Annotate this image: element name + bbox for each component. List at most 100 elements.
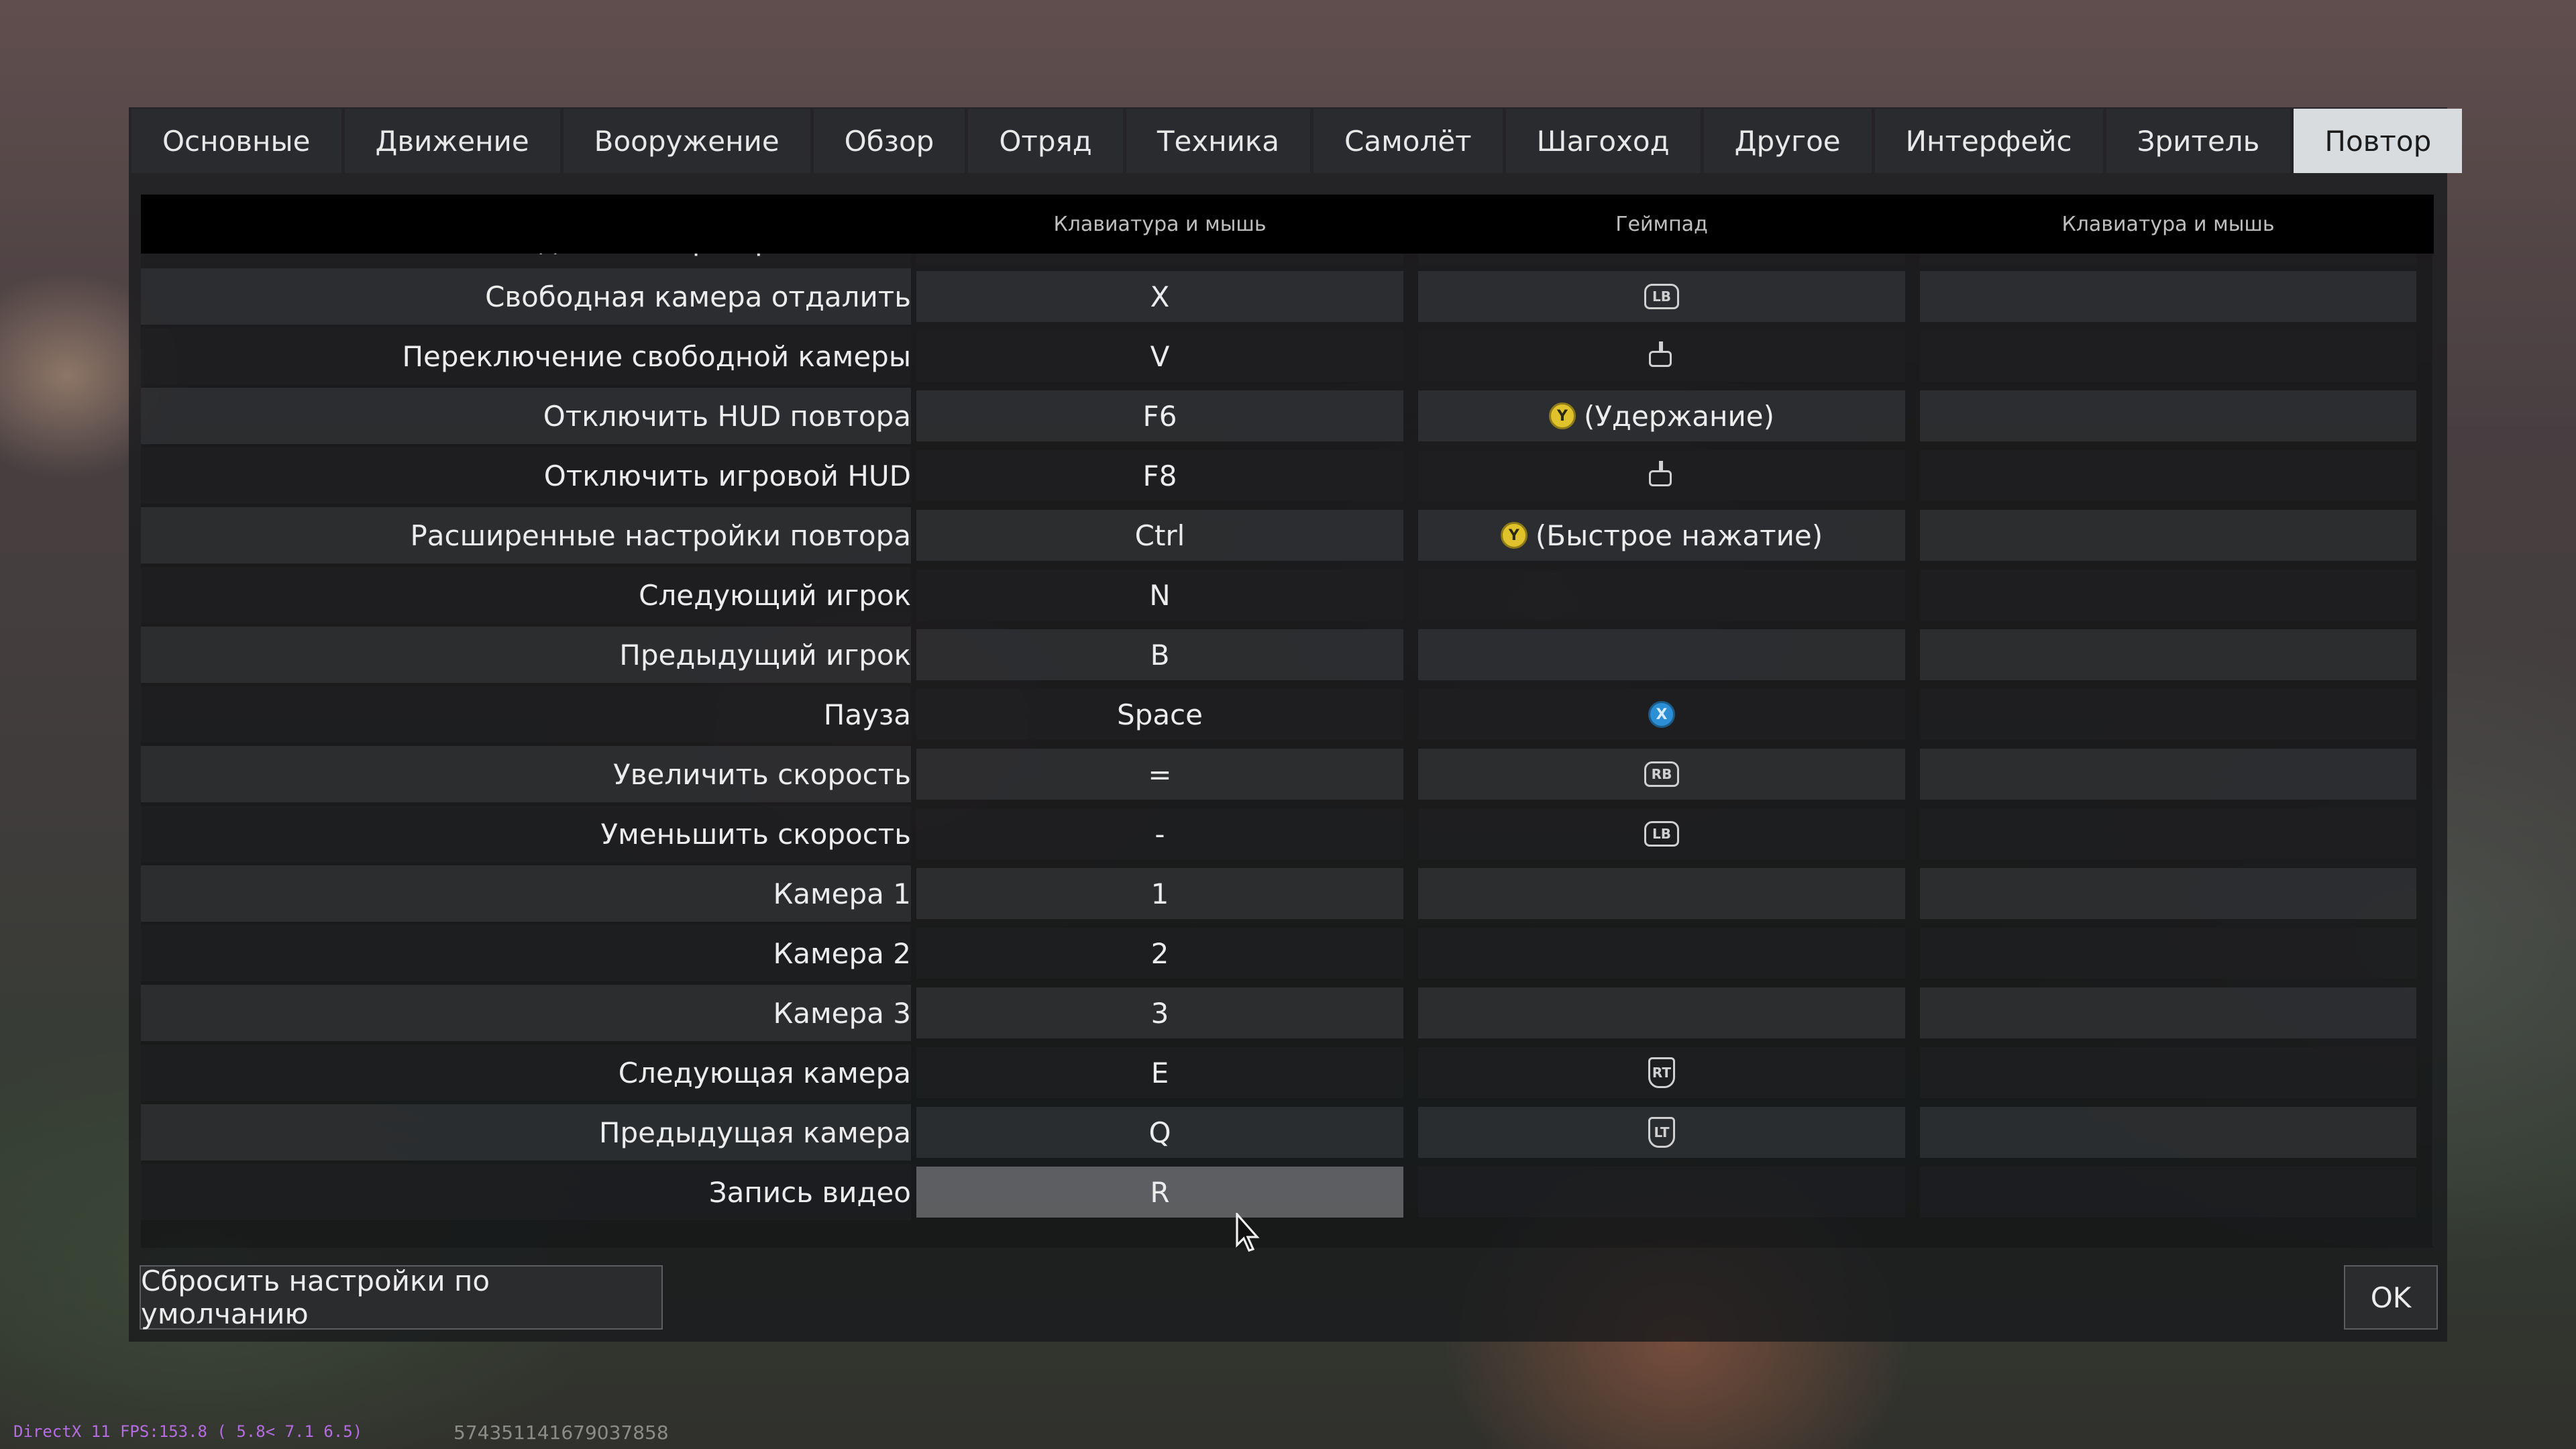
settings-tabs: Основные Движение Вооружение Обзор Отряд Техн… — [131, 109, 2465, 173]
tab-1[interactable]: Движение — [344, 109, 560, 173]
tab-2[interactable]: Вооружение — [563, 109, 810, 173]
ok-button[interactable]: OK — [2344, 1265, 2438, 1330]
gamepad-hint-text: (Быстрое нажатие) — [1535, 519, 1823, 552]
gamepad-binding-cell[interactable] — [1418, 450, 1905, 501]
tab-3[interactable]: Обзор — [813, 109, 965, 173]
gamepad-binding-cell[interactable]: LT — [1418, 1107, 1905, 1158]
keyboard-binding-value: Ctrl — [1134, 519, 1185, 552]
binding-action-label: Пауза — [823, 698, 911, 731]
keyboard-binding-cell[interactable]: = — [916, 749, 1403, 800]
keyboard-binding-cell[interactable]: X — [916, 271, 1403, 322]
keyboard-binding-cell[interactable]: 1 — [916, 868, 1403, 919]
tab-8[interactable]: Другое — [1703, 109, 1872, 173]
binding-action-label: Переключение свободной камеры — [402, 339, 911, 373]
tab-0[interactable]: Основные — [131, 109, 341, 173]
keyboard-binding-cell[interactable]: 3 — [916, 987, 1403, 1038]
secondary-keyboard-binding-cell[interactable] — [1920, 390, 2416, 441]
rb-button-icon: RB — [1644, 761, 1679, 787]
fps-counter: DirectX 11 FPS:153.8 ( 5.8< 7.1 6.5) — [13, 1422, 363, 1441]
gamepad-binding-cell[interactable]: LB — [1418, 808, 1905, 859]
binding-row: Свободная камера отдалить X LB — [141, 268, 2419, 325]
keyboard-binding-value: B — [1150, 638, 1170, 672]
keyboard-binding-cell[interactable]: R — [916, 1167, 1403, 1218]
binding-row: Предыдущий игрок B — [141, 627, 2419, 683]
keyboard-binding-cell[interactable]: F8 — [916, 450, 1403, 501]
secondary-keyboard-binding-cell[interactable] — [1920, 271, 2416, 322]
secondary-keyboard-binding-cell[interactable] — [1920, 1107, 2416, 1158]
gamepad-binding-cell[interactable] — [1418, 987, 1905, 1038]
secondary-keyboard-binding-cell[interactable] — [1920, 331, 2416, 382]
gamepad-binding-cell[interactable]: Y (Удержание) — [1418, 390, 1905, 441]
reset-defaults-button[interactable]: Сбросить настройки по умолчанию — [140, 1265, 663, 1330]
controls-settings-dialog: Основные Движение Вооружение Обзор Отряд Техн… — [129, 107, 2463, 1342]
keyboard-binding-value: = — [1148, 757, 1172, 791]
secondary-keyboard-binding-cell[interactable] — [1920, 510, 2416, 561]
secondary-keyboard-binding-cell[interactable] — [1920, 450, 2416, 501]
binding-action-name: Камера 3 — [141, 985, 911, 1041]
binding-row: Камера 2 2 — [141, 925, 2419, 981]
secondary-keyboard-binding-cell[interactable] — [1920, 1047, 2416, 1098]
keyboard-binding-cell[interactable]: Space — [916, 689, 1403, 740]
gamepad-binding-cell[interactable] — [1418, 570, 1905, 621]
binding-row: Следующий игрок N — [141, 567, 2419, 623]
gamepad-binding-cell[interactable]: RB — [1418, 749, 1905, 800]
secondary-keyboard-binding-cell[interactable] — [1920, 570, 2416, 621]
secondary-keyboard-binding-cell[interactable] — [1920, 868, 2416, 919]
tab-11[interactable]: Повтор — [2294, 109, 2463, 173]
tab-10[interactable]: Зритель — [2106, 109, 2291, 173]
gamepad-binding-cell[interactable] — [1418, 1167, 1905, 1218]
gamepad-binding-cell[interactable]: LB — [1418, 271, 1905, 322]
gamepad-binding-cell[interactable]: Y (Быстрое нажатие) — [1418, 510, 1905, 561]
tab-9[interactable]: Интерфейс — [1874, 109, 2103, 173]
gamepad-binding-cell[interactable] — [1418, 928, 1905, 979]
tab-4[interactable]: Отряд — [968, 109, 1123, 173]
session-id: 574351141679037858 — [453, 1421, 669, 1444]
gamepad-binding-cell[interactable] — [1418, 629, 1905, 680]
gamepad-binding-cell[interactable]: RT — [1418, 1047, 1905, 1098]
binding-action-label: Свободная камера отдалить — [485, 280, 911, 313]
gamepad-binding-cell[interactable] — [1418, 331, 1905, 382]
keyboard-binding-cell[interactable]: - — [916, 808, 1403, 859]
keyboard-binding-cell[interactable]: F6 — [916, 390, 1403, 441]
binding-row: Камера 3 3 — [141, 985, 2419, 1041]
binding-action-label: Уменьшить скорость — [600, 817, 911, 851]
secondary-keyboard-binding-cell[interactable] — [1920, 689, 2416, 740]
keyboard-binding-cell[interactable]: B — [916, 629, 1403, 680]
binding-action-name: Отключить игровой HUD — [141, 447, 911, 504]
binding-action-label: Следующая камера — [618, 1056, 911, 1089]
gamepad-hint-text: (Удержание) — [1583, 399, 1775, 433]
secondary-keyboard-binding-cell[interactable] — [1920, 629, 2416, 680]
secondary-keyboard-binding-cell[interactable] — [1920, 987, 2416, 1038]
binding-action-name: Запись видео — [141, 1164, 911, 1220]
binding-row: Камера 1 1 — [141, 865, 2419, 922]
gamepad-binding-cell[interactable] — [1418, 868, 1905, 919]
keyboard-binding-cell[interactable]: Q — [916, 1107, 1403, 1158]
binding-action-name: Отключить HUD повтора — [141, 388, 911, 444]
lb-button-icon: LB — [1644, 284, 1679, 309]
tab-7[interactable]: Шагоход — [1505, 109, 1701, 173]
keyboard-binding-value: 2 — [1150, 936, 1169, 970]
binding-action-label: Увеличить скорость — [613, 757, 911, 791]
y-button-icon: Y — [1500, 522, 1527, 549]
tab-5[interactable]: Техника — [1126, 109, 1311, 173]
gamepad-binding-cell[interactable]: X — [1418, 689, 1905, 740]
keyboard-binding-value: E — [1150, 1056, 1169, 1089]
rt-button-icon: RT — [1648, 1057, 1675, 1088]
keyboard-binding-cell[interactable]: E — [916, 1047, 1403, 1098]
binding-action-label: Отключить HUD повтора — [543, 399, 911, 433]
binding-row: Отключить HUD повтора F6 Y (Удержание) — [141, 388, 2419, 444]
keyboard-binding-cell[interactable]: N — [916, 570, 1403, 621]
keyboard-binding-cell[interactable]: V — [916, 331, 1403, 382]
keyboard-binding-value: N — [1149, 578, 1171, 612]
keyboard-binding-cell[interactable]: Ctrl — [916, 510, 1403, 561]
binding-action-name: Уменьшить скорость — [141, 806, 911, 862]
keyboard-binding-cell[interactable]: 2 — [916, 928, 1403, 979]
secondary-keyboard-binding-cell[interactable] — [1920, 928, 2416, 979]
secondary-keyboard-binding-cell[interactable] — [1920, 1167, 2416, 1218]
secondary-keyboard-binding-cell[interactable] — [1920, 808, 2416, 859]
keyboard-binding-value: F8 — [1142, 459, 1177, 492]
binding-action-label: Предыдущая камера — [598, 1116, 911, 1149]
tab-6[interactable]: Самолёт — [1313, 109, 1503, 173]
secondary-keyboard-binding-cell[interactable] — [1920, 749, 2416, 800]
binding-action-name: Свободная камера отдалить — [141, 268, 911, 325]
